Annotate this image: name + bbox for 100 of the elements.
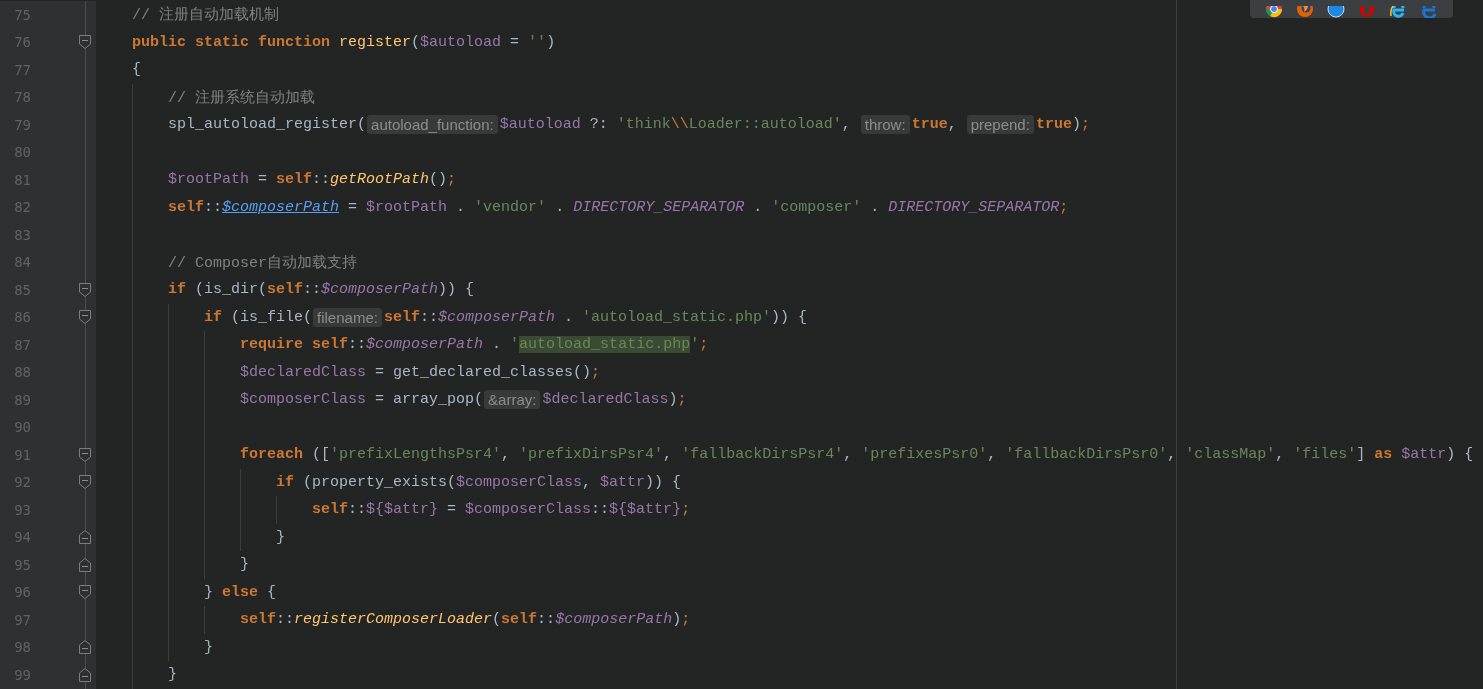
fold-icon[interactable] bbox=[78, 639, 92, 656]
static-property: $composerPath bbox=[555, 611, 673, 629]
browser-icon[interactable] bbox=[1264, 6, 1283, 18]
semicolon: ; bbox=[677, 391, 687, 409]
code-text: . bbox=[455, 198, 467, 216]
semicolon: ; bbox=[1059, 198, 1069, 216]
string-literal: ' bbox=[510, 336, 520, 354]
code-text: , bbox=[1167, 446, 1178, 464]
code-text: :: bbox=[591, 501, 610, 519]
string-literal: 'files' bbox=[1293, 446, 1357, 464]
variable: $composerClass bbox=[456, 473, 583, 491]
code-text: , bbox=[947, 116, 958, 134]
static-property: $composerPath bbox=[437, 308, 555, 326]
string-literal: Loader::autoload' bbox=[688, 116, 842, 134]
fold-icon[interactable] bbox=[78, 474, 92, 491]
code-text: ( bbox=[411, 33, 421, 51]
code-text: (is_dir( bbox=[194, 281, 268, 299]
variable: $attr bbox=[600, 473, 646, 491]
keyword: if bbox=[168, 281, 186, 299]
variable: $rootPath bbox=[366, 198, 448, 216]
keyword: self bbox=[501, 611, 538, 629]
semicolon: ; bbox=[699, 336, 709, 354]
compass-icon[interactable] bbox=[1326, 6, 1345, 18]
parameter-hint: filename: bbox=[313, 307, 382, 327]
code-text: = get_declared_classes() bbox=[374, 363, 592, 381]
code-text: . bbox=[554, 198, 566, 216]
constant-name: DIRECTORY_SEPARATOR bbox=[888, 198, 1060, 216]
code-text: { bbox=[266, 583, 277, 601]
semicolon: ; bbox=[447, 171, 457, 189]
code-text: ] bbox=[1356, 446, 1367, 464]
string-literal: 'autoload_static.php' bbox=[582, 308, 771, 326]
code-text: )) { bbox=[771, 308, 808, 326]
code-text: . bbox=[562, 308, 574, 326]
code-text: ) bbox=[546, 33, 556, 51]
variable: $attr bbox=[1401, 446, 1447, 464]
parameter-hint: &array: bbox=[484, 390, 541, 410]
code-text: . bbox=[869, 198, 881, 216]
code-text: { bbox=[132, 61, 141, 79]
code-text: ( bbox=[492, 611, 502, 629]
parameter-hint: prepend: bbox=[966, 115, 1034, 135]
code-text: = bbox=[347, 198, 359, 216]
string-literal: 'think bbox=[616, 116, 671, 134]
string-literal: ' bbox=[690, 336, 700, 354]
code-comment: // Composer自动加载支持 bbox=[168, 253, 358, 272]
keyword: self bbox=[276, 171, 313, 189]
code-text: ) { bbox=[1446, 446, 1474, 464]
code-text: . bbox=[491, 336, 503, 354]
semicolon: ; bbox=[681, 501, 691, 519]
keyword: self bbox=[168, 198, 204, 216]
code-text: , bbox=[843, 446, 854, 464]
code-text: :: bbox=[419, 308, 438, 326]
fold-icon[interactable] bbox=[78, 309, 92, 326]
fold-icon[interactable] bbox=[78, 281, 92, 298]
code-text: :: bbox=[537, 611, 556, 629]
browser-icon[interactable] bbox=[1295, 6, 1314, 18]
fold-icon[interactable] bbox=[78, 556, 92, 573]
code-text: )) { bbox=[645, 473, 682, 491]
highlighted-text: autoload_static.php bbox=[519, 336, 691, 354]
variable: $declaredClass bbox=[240, 363, 367, 381]
code-text: } bbox=[168, 666, 177, 684]
code-text: = bbox=[446, 501, 458, 519]
code-text: ?: bbox=[588, 116, 609, 134]
fold-icon[interactable] bbox=[78, 584, 92, 601]
variable: $declaredClass bbox=[542, 391, 669, 409]
code-text: } bbox=[276, 528, 285, 546]
method-name: getRootPath bbox=[330, 171, 430, 189]
code-text: spl_autoload_register( bbox=[168, 116, 367, 134]
parameter-hint: throw: bbox=[860, 115, 910, 135]
keyword: as bbox=[1374, 446, 1394, 464]
keyword: foreach bbox=[240, 446, 303, 464]
code-text: :: bbox=[204, 198, 223, 216]
code-text: )) { bbox=[438, 281, 475, 299]
code-text: ([ bbox=[311, 446, 331, 464]
static-property: $composerPath bbox=[366, 336, 484, 354]
code-text: ) bbox=[1071, 116, 1081, 134]
code-text: = bbox=[257, 171, 269, 189]
fold-icon[interactable] bbox=[78, 666, 92, 683]
keyword: if bbox=[276, 473, 294, 491]
code-text: , bbox=[582, 473, 593, 491]
string-literal: 'composer' bbox=[771, 198, 862, 216]
keyword: self bbox=[312, 501, 348, 519]
string-literal: 'vendor' bbox=[474, 198, 547, 216]
semicolon: ; bbox=[1080, 116, 1090, 134]
string-literal: 'fallbackDirsPsr0' bbox=[1005, 446, 1168, 464]
code-text: , bbox=[1275, 446, 1286, 464]
fold-icon[interactable] bbox=[78, 446, 92, 463]
code-text: ) bbox=[668, 391, 678, 409]
keyword: self bbox=[267, 281, 304, 299]
static-property: $composerPath bbox=[321, 281, 439, 299]
string-literal: 'classMap' bbox=[1185, 446, 1276, 464]
code-text: } bbox=[204, 638, 213, 656]
fold-icon[interactable] bbox=[78, 34, 92, 51]
code-text: :: bbox=[348, 336, 367, 354]
code-text: :: bbox=[348, 501, 367, 519]
code-text: ) bbox=[672, 611, 682, 629]
code-text: = bbox=[509, 33, 521, 51]
semicolon: ; bbox=[681, 611, 691, 629]
code-comment: // 注册系统自动加载 bbox=[168, 88, 315, 107]
keyword: self bbox=[383, 308, 420, 326]
fold-icon[interactable] bbox=[78, 529, 92, 546]
